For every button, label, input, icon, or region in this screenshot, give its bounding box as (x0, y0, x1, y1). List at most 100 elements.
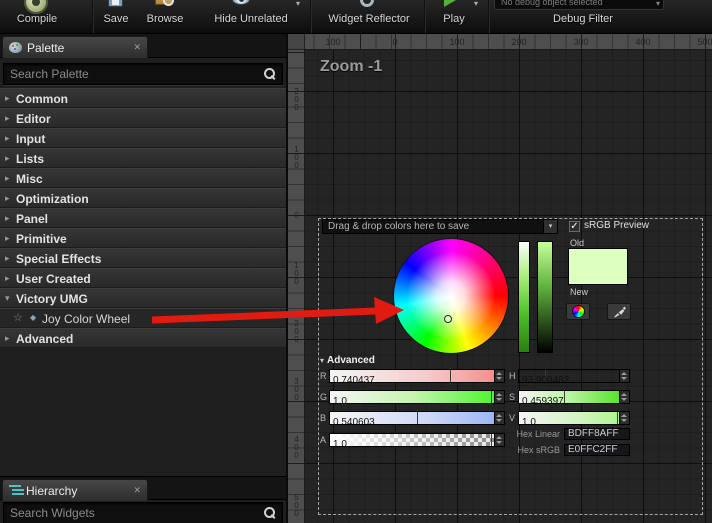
value-slider[interactable]: V 1.0 (509, 411, 630, 425)
selection-outline (318, 218, 703, 515)
dropdown-caret-icon[interactable]: ▾ (296, 0, 300, 8)
sidebar-item-user-created[interactable]: ▸ User Created (0, 268, 286, 288)
sidebar-item-victory-umg[interactable]: ▾ Victory UMG (0, 288, 286, 308)
sidebar-item-optimization[interactable]: ▸ Optimization (0, 188, 286, 208)
toolbar-separator (488, 0, 490, 33)
close-icon[interactable]: ✕ (133, 42, 141, 53)
caret-down-icon[interactable]: ▾ (5, 293, 10, 304)
spinner-arrows[interactable] (620, 411, 630, 425)
red-slider[interactable]: R 0.740437 (320, 369, 505, 383)
caret-right-icon[interactable]: ▸ (5, 253, 10, 264)
blue-slider[interactable]: B 0.540603 (320, 411, 505, 425)
browse-button[interactable]: Browse (138, 0, 192, 33)
dropdown-caret-icon[interactable]: ▾ (543, 220, 557, 233)
ruler-vertical: 200 100 0 100 200 300 400 500 (288, 50, 305, 523)
caret-right-icon[interactable]: ▸ (5, 133, 10, 144)
search-icon (264, 68, 276, 80)
save-icon (108, 0, 123, 7)
palette-icon (9, 42, 22, 53)
hex-srgb-row: Hex sRGB E0FFC2FF (468, 444, 630, 456)
hierarchy-search-placeholder: Search Widgets (10, 506, 95, 520)
caret-right-icon[interactable]: ▸ (5, 93, 10, 104)
palette-item-joy-color-wheel[interactable]: ☆ ◆ Joy Color Wheel (0, 308, 286, 328)
hex-linear-input[interactable]: BDFF8AFF (564, 428, 630, 440)
themes-button[interactable] (566, 303, 590, 320)
designer-canvas: 100 0 100 200 300 400 500 200 100 0 100 … (288, 34, 712, 523)
widget-diamond-icon: ◆ (30, 313, 37, 322)
srgb-preview-checkbox[interactable]: ✓ (569, 221, 580, 232)
caret-right-icon[interactable]: ▸ (5, 113, 10, 124)
sidebar-item-panel[interactable]: ▸ Panel (0, 208, 286, 228)
sidebar-item-advanced[interactable]: ▸ Advanced (0, 328, 286, 348)
eye-icon (232, 0, 250, 5)
play-icon (444, 0, 456, 7)
panel-divider[interactable] (286, 34, 288, 523)
spinner-arrows[interactable] (620, 390, 630, 404)
saturation-bar[interactable] (518, 241, 530, 353)
hierarchy-tabstrip: Hierarchy ✕ (0, 476, 286, 501)
palette-tabstrip: Palette ✕ (0, 34, 286, 58)
spinner-arrows[interactable] (495, 411, 505, 425)
palette-panel: Palette ✕ Search Palette ▸ Common ▸ Edit… (0, 34, 288, 523)
browse-icon (155, 0, 174, 6)
hierarchy-search-input[interactable]: Search Widgets (3, 502, 283, 523)
eyedropper-button[interactable] (607, 303, 631, 320)
spinner-arrows[interactable] (620, 369, 630, 383)
close-icon[interactable]: ✕ (133, 485, 141, 496)
tab-palette[interactable]: Palette ✕ (2, 36, 148, 58)
sidebar-item-editor[interactable]: ▸ Editor (0, 108, 286, 128)
palette-search-placeholder: Search Palette (10, 67, 89, 81)
old-color-label: Old (570, 238, 585, 248)
play-button[interactable]: ▾ Play (428, 0, 480, 33)
value-bar[interactable] (537, 241, 553, 353)
color-wheel[interactable] (394, 239, 508, 353)
debug-object-dropdown[interactable]: No debug object selected ▾ (494, 0, 664, 10)
hide-unrelated-button[interactable]: ▾ Hide Unrelated (196, 0, 306, 33)
sidebar-item-lists[interactable]: ▸ Lists (0, 148, 286, 168)
toolbar-separator (92, 0, 94, 33)
palette-search-input[interactable]: Search Palette (3, 63, 283, 85)
caret-right-icon[interactable]: ▸ (5, 153, 10, 164)
hex-srgb-input[interactable]: E0FFC2FF (564, 444, 630, 456)
color-circle-icon (572, 306, 584, 317)
color-swatch (568, 248, 628, 285)
sidebar-item-common[interactable]: ▸ Common (0, 88, 286, 108)
zoom-label: Zoom -1 (320, 58, 383, 75)
color-wheel-selector[interactable] (444, 315, 452, 323)
advanced-expander[interactable]: ▾ Advanced (320, 355, 375, 366)
dropdown-caret-icon[interactable]: ▾ (474, 0, 478, 8)
eyedropper-icon (613, 306, 626, 318)
toolbar: Compile Save Browse ▾ Hide Unrelated Wid… (0, 0, 712, 34)
sidebar-item-primitive[interactable]: ▸ Primitive (0, 228, 286, 248)
tab-hierarchy[interactable]: Hierarchy ✕ (2, 479, 148, 501)
favorite-star-icon[interactable]: ☆ (13, 311, 23, 324)
dropdown-caret-icon: ▾ (655, 0, 660, 8)
caret-right-icon[interactable]: ▸ (5, 273, 10, 284)
caret-right-icon[interactable]: ▸ (5, 193, 10, 204)
save-button[interactable]: Save (96, 0, 136, 33)
caret-right-icon[interactable]: ▸ (5, 173, 10, 184)
green-slider[interactable]: G 1.0 (320, 390, 505, 404)
caret-down-icon: ▾ (320, 356, 325, 365)
sidebar-item-misc[interactable]: ▸ Misc (0, 168, 286, 188)
hierarchy-icon (9, 485, 21, 496)
palette-tree: ▸ Common ▸ Editor ▸ Input ▸ Lists ▸ Misc… (0, 88, 286, 348)
caret-right-icon[interactable]: ▸ (5, 233, 10, 244)
caret-right-icon[interactable]: ▸ (5, 213, 10, 224)
check-icon: ✓ (570, 221, 579, 232)
search-icon (264, 507, 276, 519)
spinner-arrows[interactable] (495, 369, 505, 383)
saturation-slider[interactable]: S 0.459397 (509, 390, 630, 404)
toolbar-separator (310, 0, 312, 33)
compile-button[interactable]: Compile (2, 0, 72, 33)
new-color-label: New (570, 287, 589, 297)
sidebar-item-special-effects[interactable]: ▸ Special Effects (0, 248, 286, 268)
sidebar-item-input[interactable]: ▸ Input (0, 128, 286, 148)
spinner-arrows[interactable] (495, 390, 505, 404)
color-theme-dropdown[interactable]: Drag & drop colors here to save ▾ (322, 219, 558, 234)
ruler-corner (288, 34, 305, 50)
hue-slider[interactable]: H 93.900482 (509, 369, 630, 383)
caret-right-icon[interactable]: ▸ (5, 333, 10, 344)
umg-designer-window: Compile Save Browse ▾ Hide Unrelated Wid… (0, 0, 712, 523)
widget-reflector-button[interactable]: Widget Reflector (316, 0, 422, 33)
